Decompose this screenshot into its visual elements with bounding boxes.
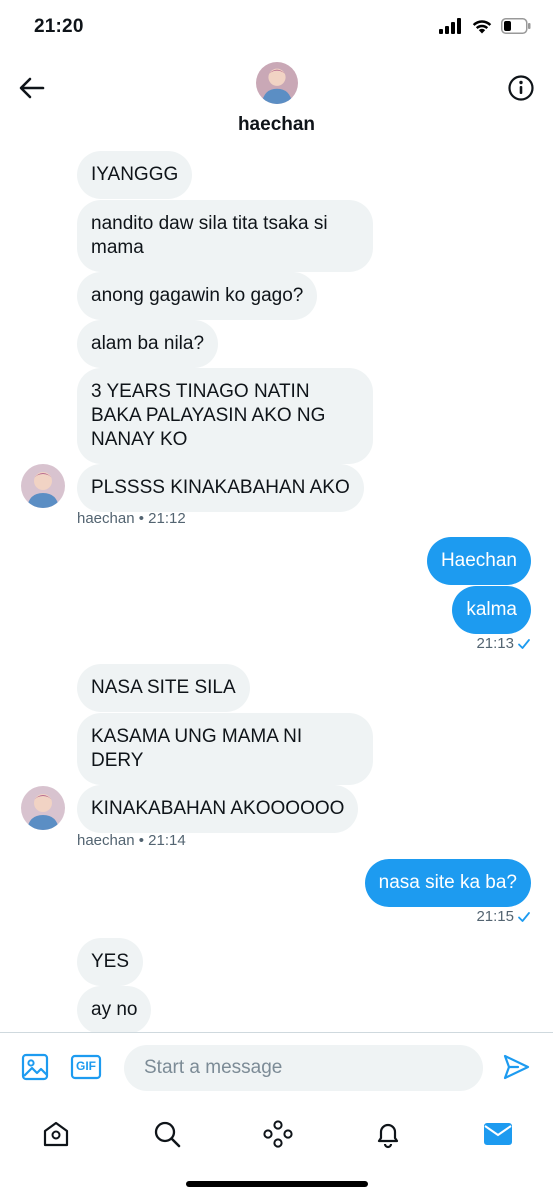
message-time: • 21:14 — [138, 832, 186, 849]
send-button[interactable] — [500, 1051, 532, 1083]
send-icon — [503, 1054, 530, 1080]
search-icon — [154, 1121, 181, 1148]
incoming-message[interactable]: IYANGGG — [77, 151, 193, 199]
tab-spaces[interactable] — [256, 1112, 300, 1156]
incoming-message[interactable]: YES — [77, 938, 144, 986]
sender-name: haechan — [77, 832, 135, 849]
outgoing-message[interactable]: Haechan — [426, 537, 531, 585]
wifi-icon — [471, 18, 493, 39]
message-meta: haechan • 21:14 — [77, 832, 186, 849]
conversation-header: haechan — [0, 56, 553, 142]
sender-name: haechan — [77, 510, 135, 527]
message-composer: GIF — [0, 1032, 553, 1102]
arrow-left-icon — [19, 77, 45, 99]
incoming-message[interactable]: NASA SITE SILA — [77, 664, 250, 712]
cellular-signal-icon — [439, 18, 463, 39]
status-time: 21:20 — [34, 16, 84, 37]
tab-notifications[interactable] — [366, 1112, 410, 1156]
info-circle-icon — [508, 75, 534, 101]
message-time: • 21:12 — [138, 510, 186, 527]
status-bar: 21:20 — [0, 0, 553, 56]
message-input[interactable] — [124, 1045, 483, 1091]
incoming-message[interactable]: anong gagawin ko gago? — [77, 272, 318, 320]
gif-button[interactable]: GIF — [70, 1051, 102, 1083]
back-button[interactable] — [14, 70, 50, 106]
incoming-message[interactable]: KINAKABAHAN AKOOOOOO — [77, 785, 359, 833]
message-meta: haechan • 21:12 — [77, 510, 186, 527]
contact-name[interactable]: haechan — [0, 114, 553, 136]
contact-avatar[interactable] — [256, 62, 298, 104]
message-time: 21:15 — [476, 908, 514, 925]
tab-home[interactable] — [34, 1112, 78, 1156]
read-check-icon — [518, 638, 530, 649]
home-indicator[interactable] — [186, 1181, 368, 1187]
spaces-icon — [263, 1120, 293, 1148]
info-button[interactable] — [503, 70, 539, 106]
tab-messages[interactable] — [476, 1112, 520, 1156]
conversation-thread[interactable]: IYANGGG nandito daw sila tita tsaka si m… — [0, 142, 553, 1032]
incoming-message[interactable]: ay no — [77, 986, 152, 1032]
incoming-message[interactable]: KASAMA UNG MAMA NI DERY — [77, 713, 373, 785]
sender-avatar[interactable] — [21, 464, 65, 508]
add-image-button[interactable] — [19, 1051, 51, 1083]
message-time: 21:13 — [476, 635, 514, 652]
message-meta: 21:15 — [476, 908, 531, 925]
tab-search[interactable] — [145, 1112, 189, 1156]
incoming-message[interactable]: 3 YEARS TINAGO NATIN BAKA PALAYASIN AKO … — [77, 368, 373, 464]
image-icon — [21, 1053, 49, 1081]
read-check-icon — [518, 911, 530, 922]
bell-icon — [377, 1123, 399, 1149]
outgoing-message[interactable]: nasa site ka ba? — [364, 859, 531, 907]
sender-avatar[interactable] — [21, 786, 65, 830]
home-icon — [43, 1121, 69, 1147]
incoming-message[interactable]: PLSSSS KINAKABAHAN AKO — [77, 464, 364, 512]
status-icons — [439, 18, 531, 39]
battery-icon — [501, 18, 531, 39]
incoming-message[interactable]: alam ba nila? — [77, 320, 219, 368]
outgoing-message[interactable]: kalma — [452, 586, 531, 634]
message-meta: 21:13 — [476, 635, 531, 652]
gif-label: GIF — [76, 1059, 96, 1073]
mail-icon — [484, 1123, 512, 1145]
incoming-message[interactable]: nandito daw sila tita tsaka si mama — [77, 200, 373, 272]
